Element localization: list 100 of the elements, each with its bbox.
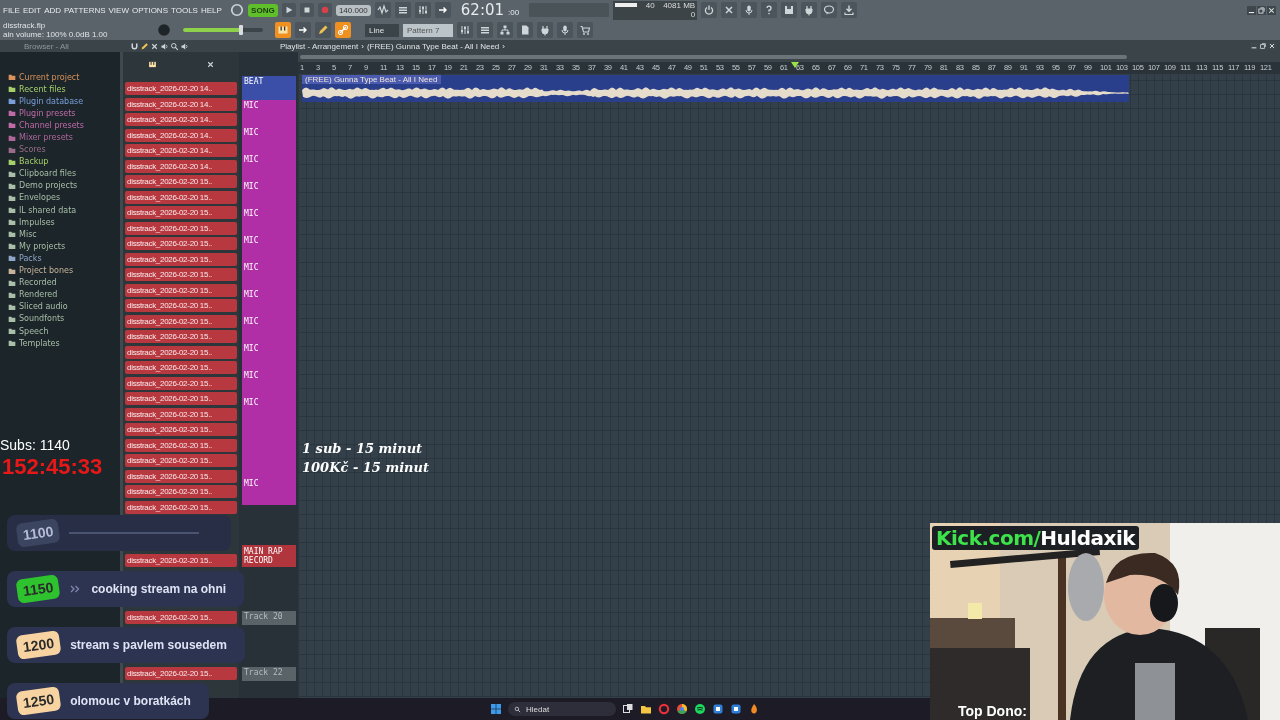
audio-clip[interactable]: disstrack_2026-02-20 15.. — [125, 252, 237, 266]
pattern-clip[interactable]: MAIN RAP RECORD — [242, 545, 296, 567]
audio-clip[interactable]: disstrack_2026-02-20 15.. — [125, 667, 237, 680]
speaker-icon[interactable] — [160, 41, 169, 51]
tree-icon[interactable] — [499, 24, 511, 36]
pattern-clip[interactable]: MIC — [242, 343, 296, 370]
audio-clip[interactable]: disstrack_2026-02-20 14.. — [125, 144, 237, 157]
microphone-icon[interactable] — [559, 24, 571, 36]
browser-item[interactable]: Plugin presets — [8, 107, 120, 120]
menu-item[interactable]: OPTIONS — [131, 5, 168, 15]
pinwheel-icon[interactable] — [676, 703, 688, 715]
magnet-icon[interactable] — [130, 41, 139, 51]
browser-item[interactable]: Misc — [8, 228, 120, 241]
audio-clip[interactable]: disstrack_2026-02-20 15.. — [125, 221, 237, 235]
audio-clip[interactable]: disstrack_2026-02-20 15.. — [125, 206, 237, 219]
audio-clip[interactable]: disstrack_2026-02-20 15.. — [125, 175, 237, 188]
pattern-selector[interactable]: Pattern 7 — [403, 23, 453, 37]
audio-clip[interactable]: disstrack_2026-02-20 14.. — [125, 82, 237, 95]
browser-item[interactable]: Recorded — [8, 276, 120, 289]
audio-clip[interactable]: disstrack_2026-02-20 15.. — [125, 423, 237, 436]
save-icon[interactable] — [783, 4, 796, 16]
menu-item[interactable]: HELP — [200, 5, 222, 15]
pattern-clip[interactable]: MIC — [242, 397, 296, 424]
pattern-clip[interactable]: MIC — [242, 289, 296, 316]
browser-item[interactable]: IL shared data — [8, 204, 120, 217]
browser-item[interactable]: Clipboard files — [8, 167, 120, 180]
browser-item[interactable]: Soundfonts — [8, 312, 120, 325]
browser-item[interactable]: Current project — [8, 71, 120, 84]
bars-icon[interactable] — [396, 4, 409, 16]
menu-item[interactable]: PATTERNS — [64, 5, 106, 15]
pattern-clip[interactable]: MIC — [242, 262, 296, 289]
pattern-clip[interactable]: MIC — [242, 181, 296, 208]
piano-icon[interactable] — [277, 24, 289, 36]
browser-item[interactable]: Sliced audio — [8, 300, 120, 313]
pattern-clip[interactable]: MIC — [242, 316, 296, 343]
pattern-clip[interactable]: BEAT — [242, 76, 296, 100]
menu-item[interactable]: ADD — [44, 5, 62, 15]
sliders-icon[interactable] — [459, 24, 471, 36]
cross-icon[interactable] — [723, 4, 736, 16]
snap-dropdown[interactable]: Line — [365, 23, 399, 37]
task-view-icon[interactable] — [622, 703, 634, 715]
audio-clip[interactable]: disstrack_2026-02-20 15.. — [125, 407, 237, 421]
audio-clip[interactable]: disstrack_2026-02-20 14.. — [125, 128, 237, 142]
menu-item[interactable]: FILE — [3, 5, 20, 15]
audio-clip[interactable]: disstrack_2026-02-20 15.. — [125, 438, 237, 452]
flame-icon[interactable] — [748, 703, 760, 715]
search-field[interactable]: Hledat — [508, 702, 616, 716]
scrollbar[interactable] — [300, 55, 1127, 59]
microphone-icon[interactable] — [743, 4, 756, 16]
minimize-icon[interactable] — [1250, 42, 1258, 50]
track-slot[interactable]: Track 22 — [242, 667, 296, 681]
audio-clip[interactable]: disstrack_2026-02-20 15.. — [125, 361, 237, 374]
browser-item[interactable]: Scores — [8, 143, 120, 156]
audio-clip[interactable]: disstrack_2026-02-20 15.. — [125, 283, 237, 297]
browser-item[interactable]: Recent files — [8, 83, 120, 96]
speaker-icon[interactable] — [180, 41, 189, 51]
audio-clip[interactable]: disstrack_2026-02-20 15.. — [125, 330, 237, 343]
browser-item[interactable]: Plugin database — [8, 95, 120, 108]
browser-item[interactable]: Project bones — [8, 264, 120, 277]
chat-icon[interactable] — [823, 4, 836, 16]
song-mode-toggle[interactable]: SONG — [247, 3, 278, 17]
app-square-icon[interactable] — [730, 703, 742, 715]
audio-clip[interactable]: disstrack_2026-02-20 15.. — [125, 485, 237, 498]
audio-clip[interactable]: disstrack_2026-02-20 14.. — [125, 97, 237, 111]
plug-icon[interactable] — [539, 24, 551, 36]
audio-clip[interactable]: disstrack_2026-02-20 15.. — [125, 299, 237, 312]
cross-icon[interactable] — [150, 41, 159, 51]
audio-track-clip[interactable]: (FREE) Gunna Type Beat - All I Need — [302, 75, 1129, 102]
browser-item[interactable]: My projects — [8, 240, 120, 253]
audio-clip[interactable]: disstrack_2026-02-20 15.. — [125, 237, 237, 250]
ring-icon[interactable] — [658, 703, 670, 715]
browser-item[interactable]: Speech — [8, 324, 120, 338]
pencil-icon[interactable] — [317, 24, 329, 36]
cart-icon[interactable] — [579, 24, 591, 36]
audio-clip[interactable]: disstrack_2026-02-20 15.. — [125, 314, 237, 328]
audio-clip[interactable]: disstrack_2026-02-20 15.. — [125, 268, 237, 281]
browser-item[interactable]: Envelopes — [8, 191, 120, 205]
audio-clip[interactable]: disstrack_2026-02-20 15.. — [125, 376, 237, 390]
pattern-clip[interactable]: MIC — [242, 154, 296, 181]
browser-item[interactable]: Mixer presets — [8, 131, 120, 144]
master-volume-slider[interactable] — [183, 28, 263, 32]
pattern-clip[interactable]: MIC — [242, 370, 296, 397]
audio-clip[interactable]: disstrack_2026-02-20 14.. — [125, 113, 237, 126]
pattern-clip[interactable]: MIC — [242, 127, 296, 154]
pattern-clip[interactable]: MIC — [242, 100, 296, 127]
audio-clip[interactable]: disstrack_2026-02-20 15.. — [125, 454, 237, 467]
browser-item[interactable]: Backup — [8, 155, 120, 168]
sliders-icon[interactable] — [416, 4, 429, 16]
audio-clip[interactable]: disstrack_2026-02-20 15.. — [125, 554, 237, 567]
windows-logo-icon[interactable] — [490, 703, 502, 715]
audio-clip[interactable]: disstrack_2026-02-20 15.. — [125, 392, 237, 405]
pattern-clip[interactable]: MIC — [242, 235, 296, 262]
browser-item[interactable]: Impulses — [8, 216, 120, 229]
pattern-clip[interactable]: MIC — [242, 208, 296, 235]
pencil-icon[interactable] — [140, 41, 149, 51]
menu-item[interactable]: TOOLS — [171, 5, 198, 15]
zoom-icon[interactable] — [170, 41, 179, 51]
browser-item[interactable]: Demo projects — [8, 179, 120, 192]
restore-icon[interactable] — [1257, 5, 1266, 15]
piano-icon[interactable] — [147, 59, 157, 69]
